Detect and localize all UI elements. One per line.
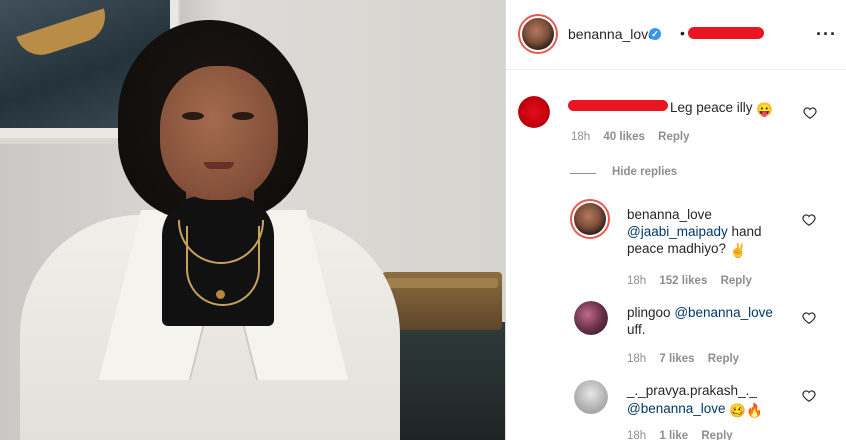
reply-username[interactable]: benanna_love [627, 206, 712, 223]
reply-time: 18h [627, 275, 647, 287]
woman-portrait [0, 0, 505, 440]
redacted-username [568, 100, 668, 111]
reply-time: 18h [627, 353, 647, 365]
reply-avatar[interactable] [570, 199, 610, 239]
reply-username: plingoo @benanna_love [627, 304, 773, 321]
emoji: 😛 [756, 102, 774, 117]
reply-avatar[interactable] [574, 301, 608, 335]
reply-avatar[interactable] [574, 380, 608, 414]
like-heart-icon[interactable] [803, 106, 817, 120]
reply-text: peace madhiyo? ✌ [627, 241, 747, 258]
reply-text: @benanna_love 🥴🔥 [627, 400, 763, 419]
reply-text: @jaabi_maipady hand [627, 224, 762, 239]
more-horizontal-icon[interactable]: ··· [816, 24, 837, 45]
emoji: 🥴🔥 [729, 403, 763, 418]
reply-button[interactable]: Reply [701, 430, 732, 440]
comment-likes[interactable]: 40 likes [603, 131, 645, 143]
emoji: ✌ [729, 243, 747, 258]
reply-likes[interactable]: 7 likes [659, 353, 694, 365]
reply-meta: 18h 152 likes Reply [627, 275, 762, 287]
reply-meta: 18h 7 likes Reply [627, 353, 749, 365]
mention-link[interactable]: @benanna_love [674, 305, 773, 320]
separator-dot: • [680, 25, 685, 41]
reply-likes[interactable]: 152 likes [659, 275, 707, 287]
mention-link[interactable]: @benanna_love [627, 401, 726, 416]
reply-username-link[interactable]: plingoo [627, 305, 671, 320]
reply-button[interactable]: Reply [721, 275, 752, 287]
verified-badge-icon: ✓ [649, 28, 661, 40]
comment-meta: 18h 40 likes Reply [571, 131, 700, 143]
like-heart-icon[interactable] [802, 311, 816, 325]
like-heart-icon[interactable] [802, 389, 816, 403]
reply-time: 18h [627, 430, 647, 440]
post-header: benanna_love ✓ • ··· [506, 0, 846, 70]
reply-likes[interactable]: 1 like [659, 430, 688, 440]
comment-time: 18h [571, 131, 591, 143]
reply-button[interactable]: Reply [658, 131, 689, 143]
post-photo [0, 0, 505, 440]
comment-text: Leg peace illy 😛 [670, 100, 774, 117]
like-heart-icon[interactable] [802, 213, 816, 227]
reply-username[interactable]: _._pravya.prakash_._ [627, 382, 757, 399]
comments-panel: benanna_love ✓ • ··· Leg peace illy 😛 18… [505, 0, 846, 440]
header-username[interactable]: benanna_love [568, 26, 656, 42]
reply-button[interactable]: Reply [708, 353, 739, 365]
reply-meta: 18h 1 like Reply [627, 430, 743, 440]
mention-link[interactable]: @jaabi_maipady [627, 224, 728, 239]
reply-text: uff. [627, 322, 646, 337]
redaction-mark [688, 27, 764, 39]
avatar[interactable] [518, 14, 558, 54]
commenter-avatar[interactable] [518, 96, 550, 128]
hide-replies-line [570, 173, 596, 174]
hide-replies-button[interactable]: Hide replies [612, 166, 677, 178]
